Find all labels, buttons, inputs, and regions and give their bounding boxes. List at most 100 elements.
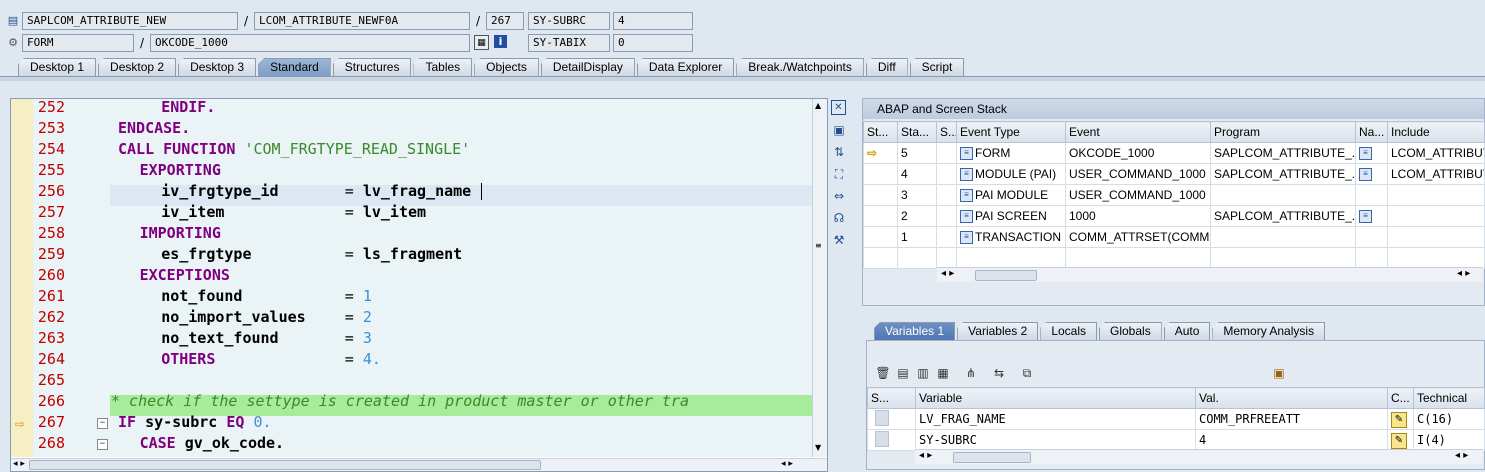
editor-vertical-scrollbar[interactable]: ▲ ≡ ▼ [812,99,827,457]
tab-detaildisplay[interactable]: DetailDisplay [540,58,635,76]
event-type-field[interactable]: FORM [22,34,134,52]
column-header[interactable]: Variable [915,387,1196,409]
scroll-right-icon[interactable]: ◂ ▸ [781,459,793,469]
code-line[interactable]: 255 EXPORTING [33,160,823,181]
code-line[interactable]: 261 not_found = 1 [33,286,823,307]
table-row[interactable]: ⇨ 5 ≡ FORM OKCODE_1000 SAPLCOM_ATTRIBUTE_... ≡… [863,142,1485,164]
tab-script[interactable]: Script [909,58,965,76]
column-header[interactable]: Event Type [956,121,1066,143]
code-line[interactable]: 268 CASE gv_ok_code. − [33,433,823,454]
resize-icon[interactable]: ⇔ [831,188,847,204]
sysvar-field-1[interactable]: SY-SUBRC [528,12,610,30]
code-editor[interactable]: ⇨ 252 ENDIF. 253 ENDCASE. 254 CALL FUNCTION '… [10,98,828,472]
row-selector[interactable] [867,429,916,451]
scroll-up-icon[interactable]: ▲ [815,101,821,110]
row-selector[interactable] [867,408,916,430]
scroll-grip-icon[interactable]: ≡ [815,241,822,250]
tab-memory-analysis[interactable]: Memory Analysis [1212,322,1326,340]
column-header[interactable]: Val. [1195,387,1388,409]
list-icon[interactable]: ▤ [895,365,911,381]
tab-desktop-1[interactable]: Desktop 1 [18,58,97,76]
code-line[interactable]: 262 no_import_values = 2 [33,307,823,328]
variable-value-cell[interactable]: COMM_PRFREEATT [1195,408,1388,430]
variable-value-cell[interactable]: 4 [1195,429,1388,451]
tab-variables-2[interactable]: Variables 2 [957,322,1039,340]
edit-cell[interactable]: ✎ [1387,429,1414,451]
navigate-icon[interactable]: ≡ [1359,168,1372,182]
code-line[interactable]: 258 IMPORTING [33,223,823,244]
list-delete-icon[interactable]: ▦ [935,365,951,381]
sysvar-field-2[interactable]: SY-TABIX [528,34,610,52]
tab-objects[interactable]: Objects [474,58,539,76]
column-header[interactable]: Technical [1413,387,1485,409]
scroll-thumb[interactable] [975,270,1037,281]
code-line[interactable]: 263 no_text_found = 3 [33,328,823,349]
table-row[interactable]: 3 ≡ PAI MODULE USER_COMMAND_1000 [863,184,1485,206]
include-field[interactable]: LCOM_ATTRIBUTE_NEWF0A [254,12,470,30]
headset-icon[interactable]: ☊ [831,210,847,226]
edit-cell[interactable]: ✎ [1387,408,1414,430]
stack-horizontal-scrollbar[interactable]: ◂ ▸ ◂ ▸ [937,267,1483,282]
tools-icon[interactable]: ⚒ [831,232,847,248]
sysval-field-2[interactable]: 0 [613,34,693,52]
tab-auto[interactable]: Auto [1163,322,1211,340]
tab-desktop-2[interactable]: Desktop 2 [98,58,177,76]
scroll-left-icon[interactable]: ◂ ▸ [919,450,932,461]
swap-icon[interactable]: ⇅ [831,144,847,160]
code-line[interactable]: 265 [33,370,823,391]
column-header[interactable]: St... [863,121,898,143]
line-field[interactable]: 267 [486,12,524,30]
table-row[interactable]: 4 ≡ MODULE (PAI) USER_COMMAND_1000 SAPLCOM_A… [863,163,1485,185]
navigate-icon[interactable]: ≡ [1359,147,1372,161]
scroll-left-icon[interactable]: ◂ ▸ [13,459,25,469]
tab-diff[interactable]: Diff [865,58,908,76]
scroll-right-icon[interactable]: ◂ ▸ [1455,450,1468,461]
editor-horizontal-scrollbar[interactable]: ◂ ▸ ◂ ▸ [11,458,827,471]
table-row[interactable]: LV_FRAG_NAME COMM_PRFREEATT ✎ C(16) [867,408,1485,430]
code-line[interactable]: 260 EXCEPTIONS [33,265,823,286]
tab-desktop-3[interactable]: Desktop 3 [178,58,257,76]
fold-toggle-icon[interactable]: − [97,439,108,450]
sysval-field-1[interactable]: 4 [613,12,693,30]
filter-icon[interactable]: ⧉ [1019,365,1035,381]
column-header[interactable]: S... [936,121,957,143]
fold-toggle-icon[interactable]: − [97,418,108,429]
tab-data-explorer[interactable]: Data Explorer [636,58,735,76]
code-line[interactable]: 259 es_frgtype = ls_fragment [33,244,823,265]
scroll-right-icon[interactable]: ◂ ▸ [1457,268,1470,279]
scroll-thumb[interactable] [29,460,541,470]
tab-locals[interactable]: Locals [1040,322,1097,340]
scroll-thumb[interactable] [953,452,1031,463]
info-icon[interactable]: i [494,35,507,48]
fullscreen-icon[interactable]: ⛶ [831,166,847,182]
pencil-icon[interactable]: ✎ [1391,411,1407,428]
tab-standard[interactable]: Standard [258,58,331,76]
navigate-icon[interactable]: ≡ [1359,210,1372,224]
column-header[interactable]: Na... [1355,121,1388,143]
transfer-icon[interactable]: ⇆ [991,365,1007,381]
variable-name-cell[interactable]: LV_FRAG_NAME [915,408,1196,430]
scroll-left-icon[interactable]: ◂ ▸ [941,268,954,279]
table-row[interactable]: 2 ≡ PAI SCREEN 1000 SAPLCOM_ATTRIBUTE_... ≡ [863,205,1485,227]
code-line[interactable]: 257 iv_item = lv_item [33,202,823,223]
scroll-down-icon[interactable]: ▼ [815,443,821,452]
tab-globals[interactable]: Globals [1099,322,1162,340]
program-field[interactable]: SAPLCOM_ATTRIBUTE_NEW [22,12,238,30]
pencil-icon[interactable]: ✎ [1391,432,1407,449]
column-header[interactable]: S... [867,387,916,409]
table-row[interactable]: 1 ≡ TRANSACTION COMM_ATTRSET(COMM... [863,226,1485,248]
column-header[interactable]: Sta... [897,121,937,143]
code-line[interactable]: 266 * check if the settype is created in … [33,391,823,412]
code-line[interactable]: 253 ENDCASE. [33,118,823,139]
code-line[interactable]: 254 CALL FUNCTION 'COM_FRGTYPE_READ_SINGL… [33,139,823,160]
tab-break-watchpoints[interactable]: Break./Watchpoints [736,58,864,76]
code-line[interactable]: 252 ENDIF. [33,99,823,118]
delete-icon[interactable]: 🗑 [875,365,891,381]
new-window-icon[interactable]: ▣ [831,122,847,138]
hierarchy-icon[interactable]: ⋔ [963,365,979,381]
code-line[interactable]: 267 IF sy-subrc EQ 0. − [33,412,823,433]
event-field[interactable]: OKCODE_1000 [150,34,470,52]
display-icon[interactable]: ▦ [474,35,489,50]
column-header[interactable]: Program [1210,121,1356,143]
code-line[interactable]: 256 iv_frgtype_id = lv_frag_name [33,181,823,202]
